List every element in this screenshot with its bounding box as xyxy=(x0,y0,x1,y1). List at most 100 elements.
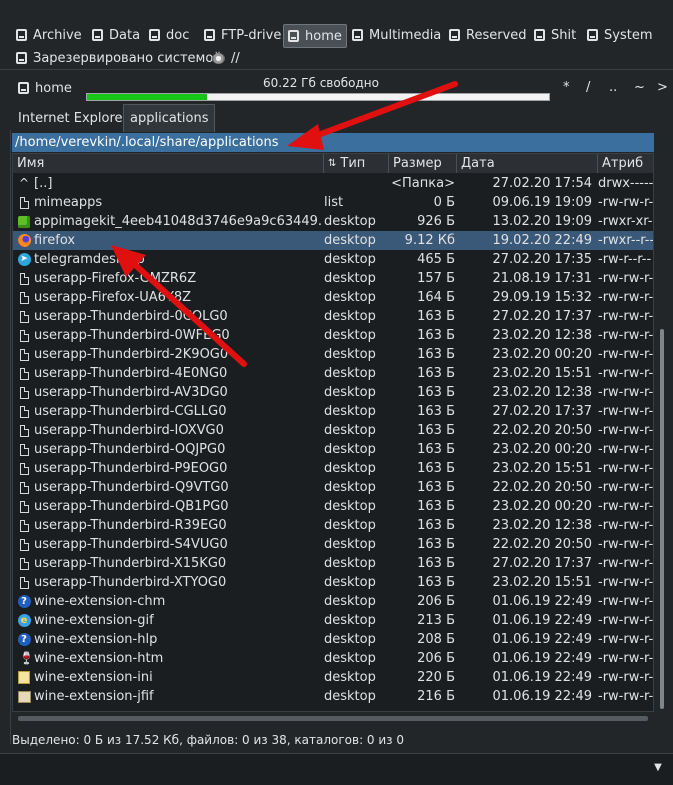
file-row[interactable]: userapp-Thunderbird-XTYOG0 desktop 163 Б 23… xyxy=(13,573,654,592)
drive-button-doc[interactable]: doc xyxy=(149,24,189,46)
file-row[interactable]: userapp-Thunderbird-CGLLG0 desktop 163 Б 27… xyxy=(13,402,653,421)
file-name: wine-extension-chm xyxy=(34,594,166,609)
file-attributes: -rw-rw-r-- xyxy=(598,423,654,438)
drive-button-system[interactable]: System xyxy=(587,24,652,46)
command-line[interactable]: ▼ xyxy=(0,753,673,785)
file-row[interactable]: userapp-Thunderbird-IOXVG0 desktop 163 Б 22… xyxy=(13,421,654,440)
drive-button-reserved[interactable]: Reserved xyxy=(449,24,527,46)
file-date: 27.02.20 17:54 xyxy=(492,176,593,191)
path-bar[interactable]: /home/verevkin/.local/share/applications xyxy=(12,133,654,152)
tab-internet-explorer[interactable]: Internet Explorer xyxy=(12,104,134,132)
file-attributes: -rw-rw-r-- xyxy=(598,537,654,552)
file-size: 213 Б xyxy=(417,613,455,628)
file-type: desktop xyxy=(324,252,376,267)
file-panel: Имя ⇅ Тип Размер Дата Атриб ^ [..] <Папка> 2… xyxy=(12,153,654,712)
up-icon: ^ xyxy=(18,176,30,190)
drive-button-data[interactable]: Data xyxy=(92,24,140,46)
file-size: 926 Б xyxy=(417,214,455,229)
file-row[interactable]: userapp-Thunderbird-0WFEG0 desktop 163 Б 23… xyxy=(13,326,654,345)
file-row[interactable]: ➤ telegramdesktop desktop 465 Б 27.02.20 17:… xyxy=(13,250,653,269)
chevron-down-icon[interactable]: ▼ xyxy=(651,762,665,776)
file-row[interactable]: userapp-Thunderbird-Q9VTG0 desktop 163 Б 22… xyxy=(13,478,654,497)
column-header-attr[interactable]: Атриб xyxy=(598,154,653,173)
file-name: userapp-Thunderbird-R39EG0 xyxy=(34,518,227,533)
file-date: 22.02.20 20:50 xyxy=(492,480,593,495)
file-type: desktop xyxy=(324,442,376,457)
file-row[interactable]: wine-extension-ini desktop 220 Б 01.06.19 2… xyxy=(13,668,653,687)
drive-button-home[interactable]: home xyxy=(283,24,347,48)
file-size: 208 Б xyxy=(417,632,455,647)
file-attributes: -rw-rw-r-- xyxy=(598,271,654,286)
wine-icon: 🍷 xyxy=(16,649,32,668)
file-row[interactable]: userapp-Thunderbird-0CQLG0 desktop 163 Б 27… xyxy=(13,307,653,326)
notepad-icon xyxy=(16,668,32,687)
column-header-name[interactable]: Имя xyxy=(13,154,324,173)
file-row[interactable]: wine-extension-jfif desktop 216 Б 01.06.19 … xyxy=(13,687,653,706)
free-space-bar-fill xyxy=(87,94,208,100)
nav-home-button[interactable]: ~ xyxy=(634,80,645,95)
drive-button-archive[interactable]: Archive xyxy=(16,24,82,46)
file-type: desktop xyxy=(324,594,376,609)
file-attributes: -rw-rw-r-- xyxy=(598,480,654,495)
column-header-date[interactable]: Дата xyxy=(457,154,598,173)
file-row[interactable]: userapp-Thunderbird-P9EOG0 desktop 163 Б 23… xyxy=(13,459,653,478)
file-name: userapp-Thunderbird-S4VUG0 xyxy=(34,537,228,552)
file-row[interactable]: appimagekit_4eeb41048d3746e9a9c63449... d… xyxy=(13,212,653,231)
file-type: desktop xyxy=(324,404,376,419)
file-attributes: -rw-rw-r-- xyxy=(598,328,654,343)
file-size: 163 Б xyxy=(417,309,455,324)
file-row[interactable]: userapp-Thunderbird-X15KG0 desktop 163 Б 27… xyxy=(13,554,653,573)
file-date: 22.02.20 20:50 xyxy=(492,537,593,552)
file-row[interactable]: ? wine-extension-chm desktop 206 Б 01.06.19 … xyxy=(13,592,653,611)
file-date: 01.06.19 22:49 xyxy=(492,670,593,685)
drive-button-shit[interactable]: Shit xyxy=(534,24,576,46)
file-row[interactable]: userapp-Firefox-GMZR6Z desktop 157 Б 21.08.… xyxy=(13,269,654,288)
file-row[interactable]: 🍷wine-extension-htm desktop 206 Б 01.06.19 … xyxy=(13,649,654,668)
vertical-scrollbar-thumb[interactable] xyxy=(660,329,664,709)
file-attributes: -rw-rw-r-- xyxy=(598,613,654,628)
file-row[interactable]: userapp-Thunderbird-R39EG0 desktop 163 Б 23… xyxy=(13,516,653,535)
file-row[interactable]: userapp-Thunderbird-OQJPG0 desktop 163 Б 23… xyxy=(13,440,653,459)
file-row-selected[interactable]: firefox desktop 9.12 Кб 19.02.20 22:49 -rwxr… xyxy=(13,231,654,250)
file-date: 27.02.20 17:35 xyxy=(492,252,593,267)
file-row[interactable]: e wine-extension-gif desktop 213 Б 01.06.19 … xyxy=(13,611,654,630)
vertical-scrollbar[interactable] xyxy=(656,153,668,712)
horizontal-scrollbar[interactable] xyxy=(18,716,648,721)
file-attributes: -rw-rw-r-- xyxy=(598,575,654,590)
nav-next-button[interactable]: > xyxy=(657,80,668,95)
file-date: 01.06.19 22:49 xyxy=(492,594,593,609)
drive-button-multimedia[interactable]: Multimedia xyxy=(352,24,441,46)
free-space-bar xyxy=(86,93,550,101)
file-size: 157 Б xyxy=(417,271,455,286)
drive-button-root[interactable]: // xyxy=(212,47,240,69)
file-attributes: -rw-rw-r-- xyxy=(598,366,654,381)
file-row[interactable]: mimeapps list 0 Б 09.06.19 19:09 -rw-rw-r-- xyxy=(13,193,653,212)
file-row[interactable]: ? wine-extension-hlp desktop 208 Б 01.06.19 … xyxy=(13,630,653,649)
nav-up-button[interactable]: .. xyxy=(609,80,617,95)
file-row[interactable]: userapp-Thunderbird-4E0NG0 desktop 163 Б 23… xyxy=(13,364,654,383)
current-drive-button[interactable]: home xyxy=(18,78,72,98)
file-date: 09.06.19 19:09 xyxy=(492,195,593,210)
file-row[interactable]: userapp-Thunderbird-AV3DG0 desktop 163 Б 23… xyxy=(13,383,653,402)
drive-button-reserved-by-system[interactable]: Зарезервировано системой xyxy=(16,47,222,69)
tab-applications[interactable]: applications xyxy=(123,104,216,132)
drive-bar: Archive Data doc FTP-drive home Multimed… xyxy=(0,22,673,70)
file-row[interactable]: userapp-Firefox-UA6Y8Z desktop 164 Б 29.09.… xyxy=(13,288,653,307)
column-header-type[interactable]: ⇅ Тип xyxy=(324,154,389,173)
file-type: desktop xyxy=(324,613,376,628)
column-header-size[interactable]: Размер xyxy=(389,154,457,173)
drive-icon xyxy=(16,52,27,64)
file-row[interactable]: userapp-Thunderbird-QB1PG0 desktop 163 Б 23… xyxy=(13,497,653,516)
drive-button-ftp-drive[interactable]: FTP-drive xyxy=(204,24,281,46)
file-row[interactable]: userapp-Thunderbird-2K9OG0 desktop 163 Б 23… xyxy=(13,345,653,364)
nav-root-button[interactable]: * xyxy=(563,80,570,95)
nav-slash-button[interactable]: / xyxy=(586,80,590,95)
file-date: 21.08.19 17:31 xyxy=(492,271,593,286)
file-name: userapp-Thunderbird-OQJPG0 xyxy=(34,442,226,457)
file-attributes: -rwxr--r-- xyxy=(598,233,654,248)
file-date: 01.06.19 22:49 xyxy=(492,689,593,704)
file-row[interactable]: userapp-Thunderbird-S4VUG0 desktop 163 Б 22… xyxy=(13,535,654,554)
file-row[interactable]: ^ [..] <Папка> 27.02.20 17:54 drwx------ xyxy=(13,174,653,193)
file-icon xyxy=(16,364,32,383)
file-attributes: -rw-rw-r-- xyxy=(598,651,654,666)
